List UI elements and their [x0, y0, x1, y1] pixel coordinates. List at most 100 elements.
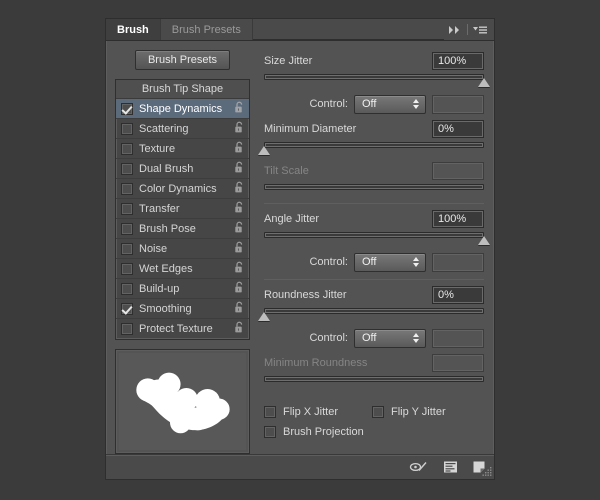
panel-footer — [106, 454, 494, 479]
option-label: Build-up — [139, 283, 234, 295]
tab-brush-presets-label: Brush Presets — [172, 24, 241, 36]
roundness-jitter-row: Roundness Jitter 0% — [264, 285, 484, 304]
lock-icon[interactable] — [234, 261, 245, 277]
double-chevron-right-icon[interactable] — [448, 25, 462, 35]
brush-tip-shape-header[interactable]: Brush Tip Shape — [116, 80, 249, 99]
panel-menu-icon[interactable] — [473, 25, 487, 35]
roundness-jitter-thumb[interactable] — [258, 312, 270, 321]
minimum-roundness-track — [264, 376, 484, 382]
angle-control-label: Control: — [264, 256, 348, 268]
option-label: Color Dynamics — [139, 183, 234, 195]
brush-options-sidebar: Brush Presets Brush Tip Shape Shape Dyna… — [106, 41, 256, 454]
brush-option-color-dynamics[interactable]: Color Dynamics — [116, 179, 249, 199]
minimum-diameter-label: Minimum Diameter — [264, 123, 356, 135]
lock-icon[interactable] — [234, 141, 245, 157]
brush-option-dual-brush[interactable]: Dual Brush — [116, 159, 249, 179]
brush-option-protect-texture[interactable]: Protect Texture — [116, 319, 249, 339]
toggle-brush-settings-icon[interactable] — [409, 460, 429, 474]
minimum-diameter-thumb[interactable] — [258, 146, 270, 155]
size-jitter-thumb[interactable] — [478, 78, 490, 87]
size-jitter-slider[interactable] — [264, 72, 484, 87]
flip-x-jitter-checkbox[interactable]: Flip X Jitter — [264, 406, 338, 418]
size-jitter-track — [264, 74, 484, 80]
resize-grip[interactable] — [482, 467, 492, 477]
size-jitter-value[interactable]: 100% — [432, 52, 484, 70]
brush-stroke-shape — [119, 353, 246, 450]
angle-control-dropdown[interactable]: Off — [354, 253, 426, 272]
roundness-jitter-value[interactable]: 0% — [432, 286, 484, 304]
option-checkbox[interactable] — [121, 223, 133, 235]
lock-icon[interactable] — [234, 281, 245, 297]
option-checkbox[interactable] — [121, 143, 133, 155]
brush-option-noise[interactable]: Noise — [116, 239, 249, 259]
option-checkbox[interactable] — [121, 103, 133, 115]
option-label: Protect Texture — [139, 323, 234, 335]
angle-jitter-row: Angle Jitter 100% — [264, 209, 484, 228]
roundness-control-dropdown[interactable]: Off — [354, 329, 426, 348]
flip-y-jitter-checkbox[interactable]: Flip Y Jitter — [372, 406, 446, 418]
minimum-diameter-value[interactable]: 0% — [432, 120, 484, 138]
tab-brush-presets[interactable]: Brush Presets — [161, 19, 253, 40]
angle-jitter-track — [264, 232, 484, 238]
lock-icon[interactable] — [234, 101, 245, 117]
option-checkbox[interactable] — [121, 183, 133, 195]
option-label: Texture — [139, 143, 234, 155]
angle-jitter-slider[interactable] — [264, 230, 484, 245]
presets-button-container: Brush Presets — [115, 50, 250, 70]
minimum-diameter-slider[interactable] — [264, 140, 484, 155]
option-label: Noise — [139, 243, 234, 255]
lock-icon[interactable] — [234, 221, 245, 237]
panel-body: Brush Presets Brush Tip Shape Shape Dyna… — [106, 41, 494, 454]
option-checkbox[interactable] — [121, 203, 133, 215]
flip-y-jitter-label: Flip Y Jitter — [391, 406, 446, 418]
header-separator — [467, 24, 468, 35]
tab-brush[interactable]: Brush — [106, 19, 161, 40]
panel-tab-bar: Brush Brush Presets — [106, 19, 494, 41]
flip-jitter-line: Flip X Jitter Flip Y Jitter — [264, 402, 484, 422]
brush-option-texture[interactable]: Texture — [116, 139, 249, 159]
brush-preview-panel-icon[interactable] — [443, 460, 458, 474]
brush-option-smoothing[interactable]: Smoothing — [116, 299, 249, 319]
angle-jitter-thumb[interactable] — [478, 236, 490, 245]
option-checkbox[interactable] — [121, 263, 133, 275]
roundness-jitter-slider[interactable] — [264, 306, 484, 321]
lock-icon[interactable] — [234, 121, 245, 137]
option-label: Shape Dynamics — [139, 103, 234, 115]
brush-presets-button[interactable]: Brush Presets — [135, 50, 230, 70]
size-control-dropdown[interactable]: Off — [354, 95, 426, 114]
lock-icon[interactable] — [234, 301, 245, 317]
angle-jitter-value[interactable]: 100% — [432, 210, 484, 228]
brush-panel: Brush Brush Presets — [105, 18, 495, 480]
brush-option-shape-dynamics[interactable]: Shape Dynamics — [116, 99, 249, 119]
tab-brush-label: Brush — [117, 24, 149, 36]
roundness-jitter-track — [264, 308, 484, 314]
roundness-control-extra-field[interactable] — [432, 329, 484, 348]
option-checkbox[interactable] — [121, 283, 133, 295]
option-checkbox[interactable] — [121, 303, 133, 315]
option-checkbox[interactable] — [121, 243, 133, 255]
tilt-scale-section: Tilt Scale — [264, 161, 484, 197]
option-checkbox[interactable] — [121, 123, 133, 135]
brush-option-scattering[interactable]: Scattering — [116, 119, 249, 139]
tilt-scale-track — [264, 184, 484, 190]
brush-option-wet-edges[interactable]: Wet Edges — [116, 259, 249, 279]
lock-icon[interactable] — [234, 181, 245, 197]
option-label: Scattering — [139, 123, 234, 135]
option-checkbox[interactable] — [121, 163, 133, 175]
panel-header-icons — [444, 19, 494, 40]
minimum-diameter-track — [264, 142, 484, 148]
lock-icon[interactable] — [234, 241, 245, 257]
option-checkbox[interactable] — [121, 323, 133, 335]
lock-icon[interactable] — [234, 201, 245, 217]
brush-stroke-preview-canvas — [119, 353, 246, 450]
brush-option-brush-pose[interactable]: Brush Pose — [116, 219, 249, 239]
brush-option-build-up[interactable]: Build-up — [116, 279, 249, 299]
roundness-control-value: Off — [362, 332, 376, 344]
brush-projection-checkbox[interactable]: Brush Projection — [264, 426, 364, 438]
brush-option-transfer[interactable]: Transfer — [116, 199, 249, 219]
angle-control-extra-field[interactable] — [432, 253, 484, 272]
lock-icon[interactable] — [234, 321, 245, 337]
section-divider-1 — [264, 203, 484, 204]
size-control-extra-field[interactable] — [432, 95, 484, 114]
lock-icon[interactable] — [234, 161, 245, 177]
